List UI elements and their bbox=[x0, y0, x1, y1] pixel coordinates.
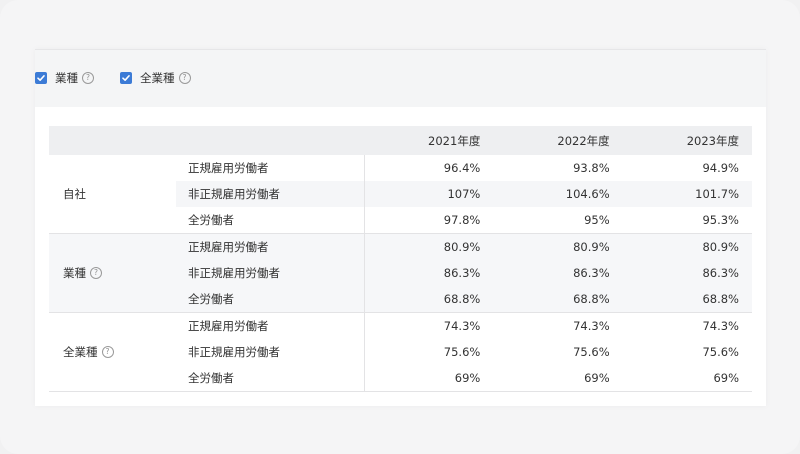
cell-value: 74.3% bbox=[443, 319, 481, 333]
cell-value: 101.7% bbox=[622, 181, 752, 207]
table-header-row: 2021年度 2022年度 2023年度 bbox=[49, 126, 752, 155]
cell-value: 69% bbox=[493, 365, 623, 392]
row-label: 正規雇用労働者 bbox=[176, 155, 365, 181]
group-label-text: 全業種 bbox=[63, 345, 98, 359]
cell-value: 68.8% bbox=[622, 286, 752, 313]
card-divider bbox=[35, 49, 766, 50]
comparison-card: 業種 ? 全業種 ? 2021年度 2022年度 2023年度 自社 正規雇用労… bbox=[35, 49, 766, 406]
row-label: 非正規雇用労働者 bbox=[176, 181, 365, 207]
cell-value: 104.6% bbox=[493, 181, 623, 207]
checkbox-all-industries[interactable] bbox=[120, 72, 132, 84]
cell-value: 75.6% bbox=[443, 345, 481, 359]
cell-value: 80.9% bbox=[493, 233, 623, 260]
group-label-text: 自社 bbox=[63, 187, 86, 201]
table-row: 自社 正規雇用労働者 96.4% 93.8% 94.9% bbox=[49, 155, 752, 234]
cell-value: 68.8% bbox=[493, 286, 623, 313]
group-label: 業種 ? bbox=[49, 233, 176, 313]
row-label: 全労働者 bbox=[176, 286, 365, 313]
header-2022: 2022年度 bbox=[493, 126, 623, 155]
filter-all-industries[interactable]: 全業種 ? bbox=[120, 70, 191, 86]
cell-value: 94.9% bbox=[702, 161, 739, 175]
checkmark-icon bbox=[122, 75, 130, 81]
cell-value: 93.8% bbox=[573, 161, 610, 175]
table-row: 全業種 ? 正規雇用労働者 74.3% 74.3% 74.3% bbox=[49, 312, 752, 392]
filter-industry-label: 業種 bbox=[55, 71, 78, 85]
group-label-text: 業種 bbox=[63, 266, 86, 280]
cell-value: 75.6% bbox=[573, 345, 610, 359]
cell-value: 68.8% bbox=[364, 286, 494, 313]
group-own-company: 自社 正規雇用労働者 96.4% 93.8% 94.9% 非正規雇用労働者 10… bbox=[49, 155, 752, 234]
cell-value: 86.3% bbox=[622, 260, 752, 286]
cell-value: 97.8% bbox=[364, 207, 494, 234]
help-circle-icon[interactable]: ? bbox=[90, 267, 102, 279]
cell-value: 86.3% bbox=[364, 260, 494, 286]
cell-value: 69% bbox=[364, 365, 494, 392]
row-label: 正規雇用労働者 bbox=[176, 312, 365, 339]
cell-value: 95% bbox=[493, 207, 623, 234]
cell-value: 107% bbox=[364, 181, 494, 207]
group-all-industries: 全業種 ? 正規雇用労働者 74.3% 74.3% 74.3% 非正規雇用労働者… bbox=[49, 312, 752, 392]
header-2023: 2023年度 bbox=[622, 126, 752, 155]
help-circle-icon[interactable]: ? bbox=[101, 346, 114, 358]
row-label: 非正規雇用労働者 bbox=[176, 260, 365, 286]
checkbox-industry[interactable] bbox=[35, 72, 47, 84]
cell-value: 69% bbox=[622, 365, 752, 392]
group-label: 全業種 ? bbox=[49, 312, 176, 392]
help-circle-icon[interactable]: ? bbox=[178, 72, 191, 84]
wage-ratio-table: 2021年度 2022年度 2023年度 自社 正規雇用労働者 96.4% 93… bbox=[49, 126, 752, 392]
cell-value: 74.3% bbox=[702, 319, 739, 333]
cell-value: 95.3% bbox=[622, 207, 752, 234]
cell-value: 80.9% bbox=[364, 233, 494, 260]
header-2021: 2021年度 bbox=[364, 126, 494, 155]
row-label: 全労働者 bbox=[176, 207, 365, 234]
row-label: 正規雇用労働者 bbox=[176, 233, 365, 260]
table-row: 業種 ? 正規雇用労働者 80.9% 80.9% 80.9% bbox=[49, 233, 752, 313]
table-panel: 2021年度 2022年度 2023年度 自社 正規雇用労働者 96.4% 93… bbox=[35, 107, 766, 406]
cell-value: 96.4% bbox=[443, 161, 481, 175]
group-industry: 業種 ? 正規雇用労働者 80.9% 80.9% 80.9% 非正規雇用労働者 … bbox=[49, 233, 752, 313]
filter-industry[interactable]: 業種 ? bbox=[35, 70, 94, 86]
filter-all-industries-label: 全業種 bbox=[140, 71, 175, 85]
checkmark-icon bbox=[37, 75, 45, 81]
row-label: 全労働者 bbox=[176, 365, 365, 392]
cell-value: 74.3% bbox=[573, 319, 610, 333]
filter-bar: 業種 ? 全業種 ? bbox=[35, 66, 217, 90]
cell-value: 75.6% bbox=[702, 345, 739, 359]
cell-value: 80.9% bbox=[622, 233, 752, 260]
row-label: 非正規雇用労働者 bbox=[176, 339, 365, 365]
cell-value: 86.3% bbox=[493, 260, 623, 286]
help-circle-icon[interactable]: ? bbox=[82, 72, 94, 84]
group-label: 自社 bbox=[49, 155, 176, 234]
page-background: 業種 ? 全業種 ? 2021年度 2022年度 2023年度 自社 正規雇用労… bbox=[0, 0, 800, 454]
header-blank bbox=[176, 126, 364, 155]
header-blank bbox=[49, 126, 176, 155]
